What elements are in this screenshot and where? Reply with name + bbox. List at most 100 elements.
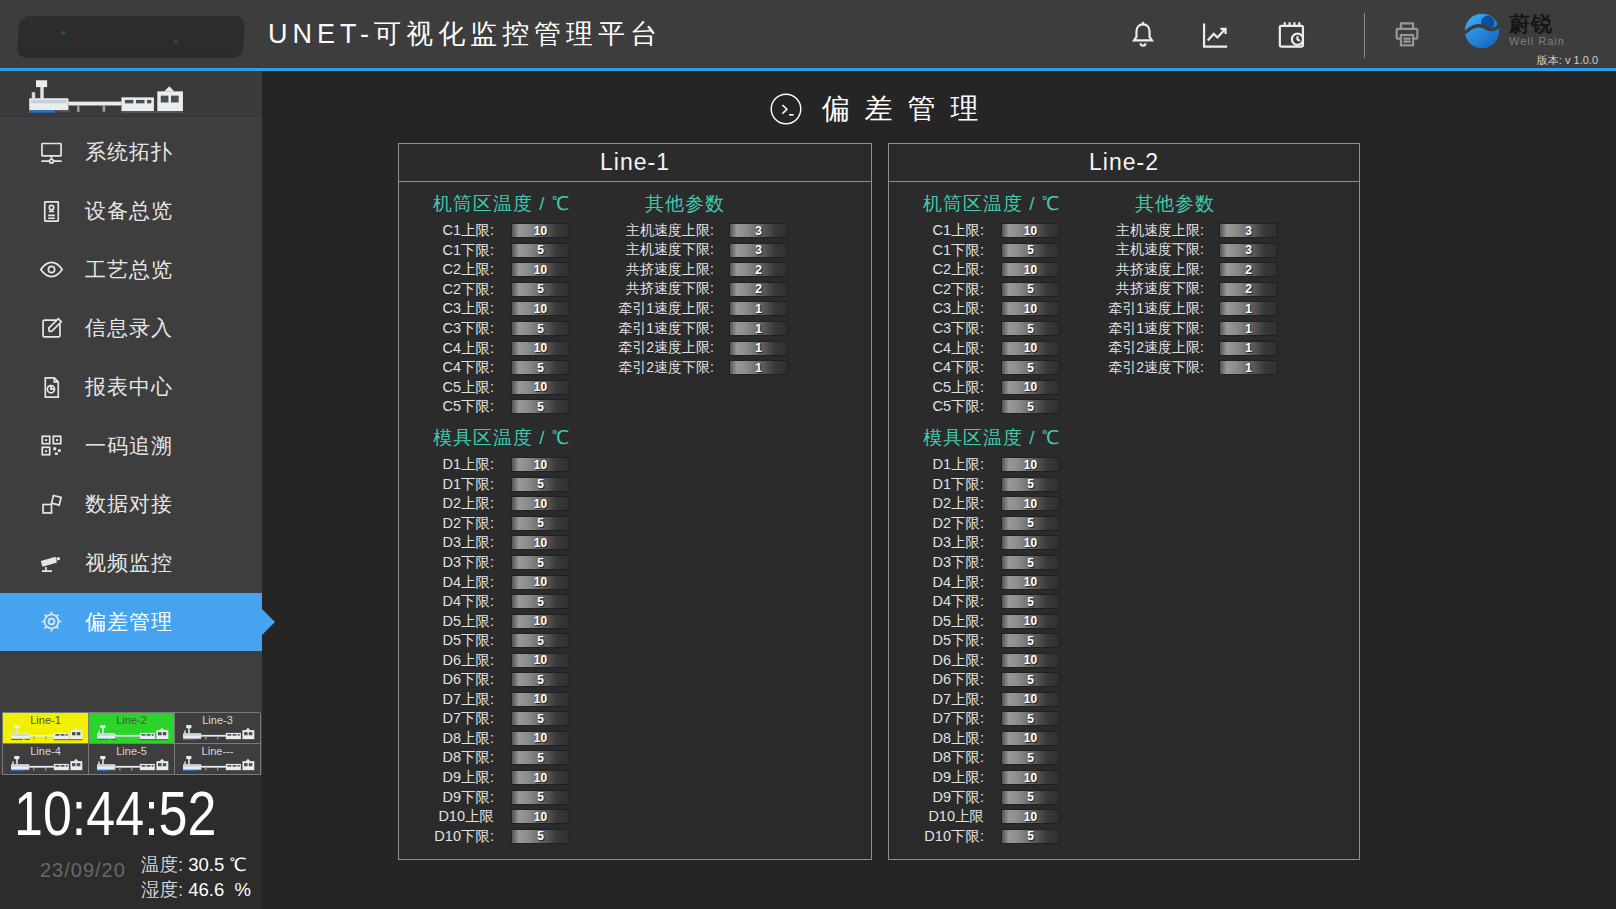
line-thumbnail[interactable]: Line-1: [3, 713, 89, 744]
limit-value-field[interactable]: 2: [729, 282, 788, 297]
limit-value-field[interactable]: 1: [1219, 341, 1278, 356]
line-thumbnail[interactable]: Line-5: [89, 744, 175, 775]
sidebar-item-data-link[interactable]: 数据对接: [0, 475, 262, 534]
limit-value-field[interactable]: 10: [511, 575, 570, 590]
limit-value-field[interactable]: 10: [511, 653, 570, 668]
limit-value-field[interactable]: 2: [1219, 282, 1278, 297]
limit-value-field[interactable]: 10: [1001, 341, 1060, 356]
limit-value-field[interactable]: 5: [1001, 321, 1060, 336]
limit-value-field[interactable]: 1: [729, 321, 788, 336]
limit-value-field[interactable]: 5: [511, 282, 570, 297]
limit-value-field[interactable]: 5: [1001, 790, 1060, 805]
notifications-bell-icon[interactable]: [1126, 18, 1160, 52]
line-thumbnail[interactable]: Line---: [175, 744, 261, 775]
limit-value-field[interactable]: 10: [1001, 380, 1060, 395]
limit-value-field[interactable]: 1: [729, 341, 788, 356]
limit-value-field[interactable]: 5: [511, 750, 570, 765]
limit-value-field[interactable]: 5: [511, 594, 570, 609]
limit-value-field[interactable]: 5: [511, 711, 570, 726]
limit-value-field[interactable]: 10: [1001, 535, 1060, 550]
limit-value-field[interactable]: 3: [729, 243, 788, 258]
limit-value-field[interactable]: 5: [511, 516, 570, 531]
trend-chart-icon[interactable]: [1198, 18, 1232, 52]
printer-icon[interactable]: [1390, 18, 1424, 52]
limit-value-field[interactable]: 3: [1219, 243, 1278, 258]
limit-value-field[interactable]: 5: [1001, 711, 1060, 726]
limit-value-field[interactable]: 10: [1001, 731, 1060, 746]
limit-value-field[interactable]: 5: [511, 672, 570, 687]
limit-value-field[interactable]: 10: [511, 301, 570, 316]
limit-value-field[interactable]: 5: [511, 321, 570, 336]
limit-value-field[interactable]: 5: [1001, 672, 1060, 687]
limit-value-field[interactable]: 1: [729, 301, 788, 316]
limit-value-field[interactable]: 10: [511, 535, 570, 550]
limit-value-field[interactable]: 10: [1001, 223, 1060, 238]
limit-value-field[interactable]: 5: [1001, 477, 1060, 492]
limit-value-field[interactable]: 5: [511, 399, 570, 414]
limit-value-field[interactable]: 3: [1219, 223, 1278, 238]
sidebar-item-process[interactable]: 工艺总览: [0, 240, 262, 299]
sidebar-item-reports[interactable]: 报表中心: [0, 358, 262, 417]
limit-label: D4上限:: [889, 573, 1001, 592]
sidebar-item-entry[interactable]: 信息录入: [0, 299, 262, 358]
limit-row: 主机速度下限: 3: [1101, 241, 1356, 261]
limit-value-field[interactable]: 10: [511, 457, 570, 472]
limit-value-field[interactable]: 10: [1001, 653, 1060, 668]
limit-label: C5下限:: [399, 397, 511, 416]
limit-value-field[interactable]: 5: [511, 477, 570, 492]
limit-value-field[interactable]: 3: [729, 223, 788, 238]
limit-value-field[interactable]: 2: [729, 262, 788, 277]
limit-value-field[interactable]: 5: [511, 790, 570, 805]
sidebar-item-video[interactable]: 视频监控: [0, 534, 262, 593]
sidebar-item-topology[interactable]: 系统拓扑: [0, 123, 262, 182]
limit-value-field[interactable]: 5: [511, 633, 570, 648]
line-thumbnail[interactable]: Line-3: [175, 713, 261, 744]
limit-value-field[interactable]: 5: [1001, 633, 1060, 648]
limit-value-field[interactable]: 10: [511, 341, 570, 356]
limit-value-field[interactable]: 5: [511, 555, 570, 570]
limit-value-field[interactable]: 5: [1001, 282, 1060, 297]
line-thumbnail[interactable]: Line-2: [89, 713, 175, 744]
limit-value-field[interactable]: 10: [1001, 575, 1060, 590]
calendar-clock-icon[interactable]: [1275, 18, 1309, 52]
limit-value-field[interactable]: 10: [511, 496, 570, 511]
limit-value-field[interactable]: 10: [1001, 457, 1060, 472]
limit-value-field[interactable]: 5: [1001, 750, 1060, 765]
limit-value-field[interactable]: 5: [511, 243, 570, 258]
limit-value-field[interactable]: 10: [511, 262, 570, 277]
limit-value-field[interactable]: 5: [511, 829, 570, 844]
limit-value-field[interactable]: 1: [1219, 321, 1278, 336]
limit-value-field[interactable]: 5: [1001, 594, 1060, 609]
limit-value-field[interactable]: 2: [1219, 262, 1278, 277]
limit-value-field[interactable]: 1: [1219, 360, 1278, 375]
sidebar-item-deviation[interactable]: 偏差管理: [0, 593, 262, 652]
limit-value-field[interactable]: 10: [1001, 770, 1060, 785]
limit-value-field[interactable]: 5: [1001, 399, 1060, 414]
limit-row: 牵引2速度下限: 1: [1101, 358, 1356, 378]
limit-value-field[interactable]: 10: [1001, 262, 1060, 277]
limit-label: D2上限:: [889, 494, 1001, 513]
sidebar-item-equipment[interactable]: 设备总览: [0, 182, 262, 241]
limit-value-field[interactable]: 10: [511, 223, 570, 238]
limit-value-field[interactable]: 10: [511, 770, 570, 785]
limit-value-field[interactable]: 10: [1001, 301, 1060, 316]
limit-value-field[interactable]: 5: [1001, 243, 1060, 258]
sidebar-item-trace[interactable]: 一码追溯: [0, 416, 262, 475]
limit-value-field[interactable]: 10: [1001, 809, 1060, 824]
limit-value-field[interactable]: 10: [1001, 614, 1060, 629]
limit-value-field[interactable]: 5: [1001, 516, 1060, 531]
limit-value-field[interactable]: 10: [511, 380, 570, 395]
limit-value-field[interactable]: 10: [511, 614, 570, 629]
limit-value-field[interactable]: 5: [1001, 829, 1060, 844]
limit-value-field[interactable]: 1: [729, 360, 788, 375]
line-thumbnail[interactable]: Line-4: [3, 744, 89, 775]
limit-value-field[interactable]: 10: [1001, 692, 1060, 707]
limit-value-field[interactable]: 10: [511, 692, 570, 707]
limit-value-field[interactable]: 10: [511, 809, 570, 824]
limit-value-field[interactable]: 5: [1001, 555, 1060, 570]
limit-value-field[interactable]: 5: [511, 360, 570, 375]
limit-value-field[interactable]: 1: [1219, 301, 1278, 316]
limit-value-field[interactable]: 5: [1001, 360, 1060, 375]
limit-value-field[interactable]: 10: [1001, 496, 1060, 511]
limit-value-field[interactable]: 10: [511, 731, 570, 746]
